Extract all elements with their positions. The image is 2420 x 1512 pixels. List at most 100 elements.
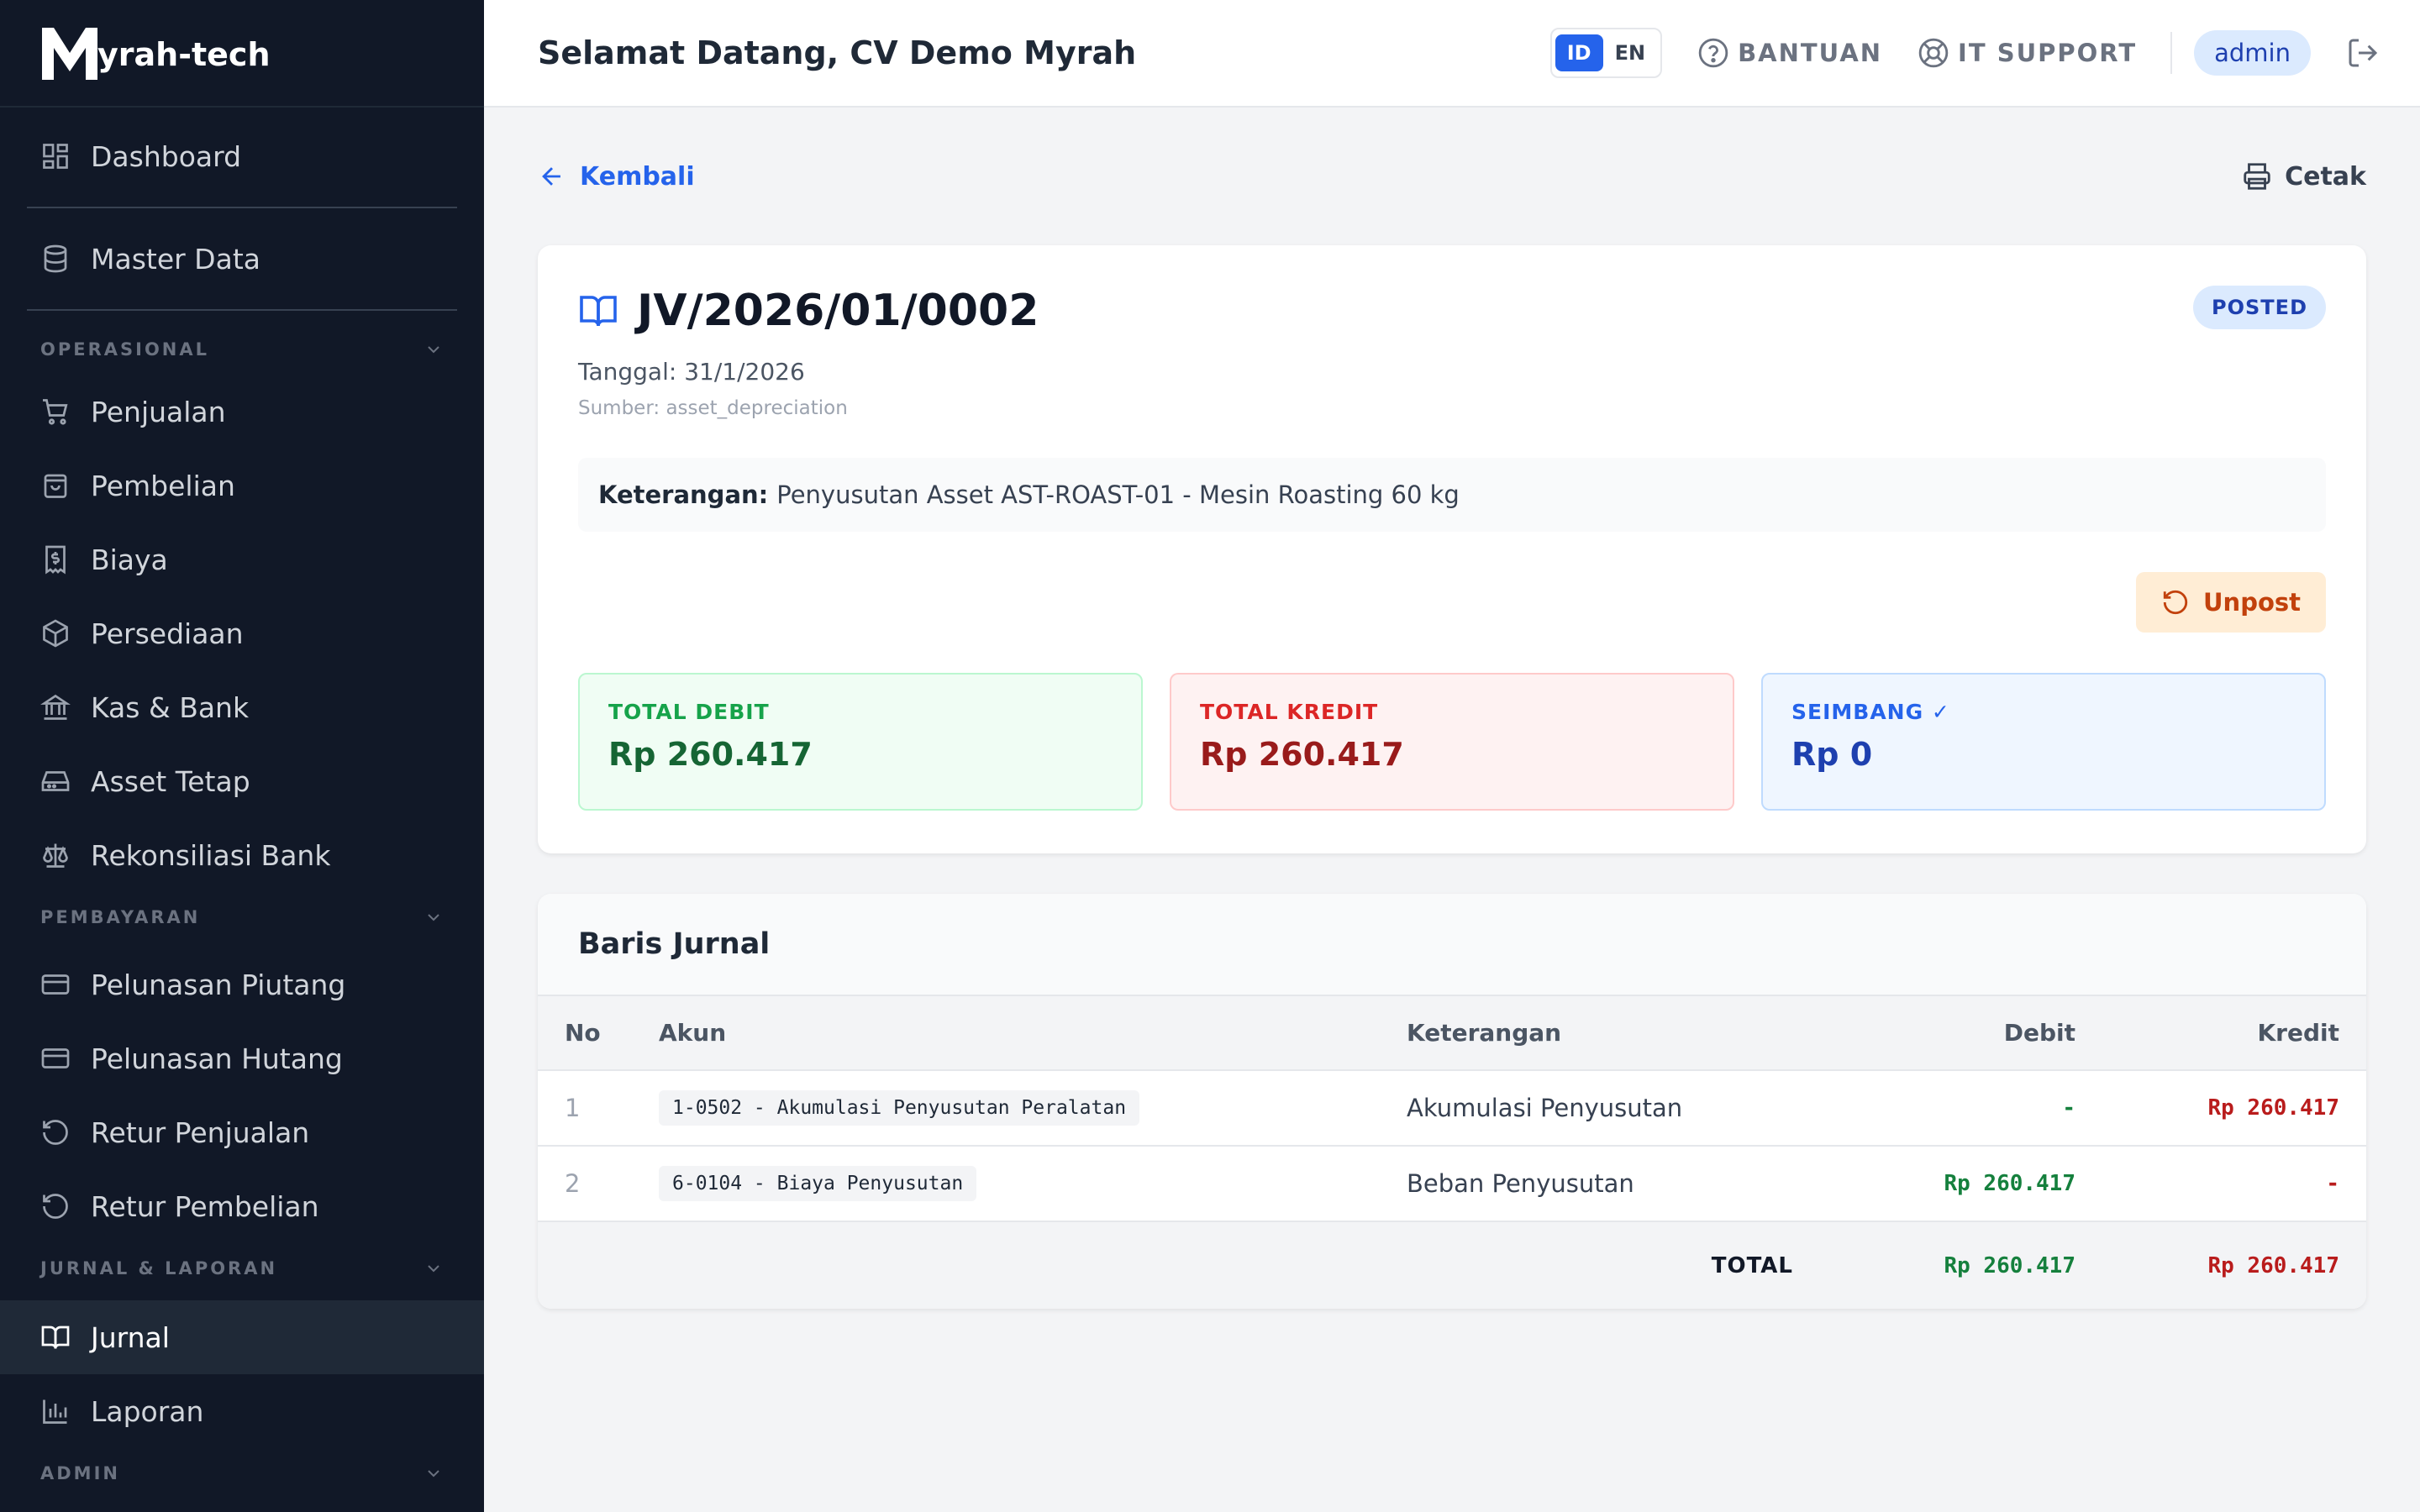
row-kredit: - — [2075, 1146, 2366, 1222]
database-icon — [44, 244, 67, 273]
sidebar-item-label: Retur Penjualan — [91, 1116, 310, 1149]
total-debit-card: TOTAL DEBIT Rp 260.417 — [578, 673, 1143, 811]
lang-en-button[interactable]: EN — [1603, 34, 1657, 71]
sidebar-item-master-data[interactable]: Master Data — [0, 222, 484, 296]
sidebar-item-retur-penjualan[interactable]: Retur Penjualan — [0, 1095, 484, 1169]
sidebar-item-penjualan[interactable]: Penjualan — [0, 375, 484, 449]
totals-summary: TOTAL DEBIT Rp 260.417 TOTAL KREDIT Rp 2… — [578, 673, 2326, 811]
brand-logo[interactable]: yrah-tech — [0, 0, 484, 108]
chevron-down-icon — [428, 914, 439, 921]
sidebar-item-asset-tetap[interactable]: Asset Tetap — [0, 744, 484, 818]
table-row: 1 1-0502 - Akumulasi Penyusutan Peralata… — [538, 1070, 2366, 1147]
journal-header-card: JV/2026/01/0002 POSTED Tanggal: 31/1/202… — [538, 245, 2366, 853]
journal-lines-table: No Akun Keterangan Debit Kredit 1 1-0502… — [538, 996, 2366, 1309]
col-keterangan: Keterangan — [1407, 996, 1793, 1071]
total-kredit: Rp 260.417 — [2075, 1221, 2366, 1309]
book-icon — [41, 1326, 70, 1349]
sidebar-item-biaya[interactable]: Biaya — [0, 522, 484, 596]
main-content: Kembali Cetak JV/2026/01/0002 POSTED Tan… — [538, 108, 2366, 1309]
balance-value: Rp 0 — [1791, 736, 1873, 773]
sidebar-item-label: Rekonsiliasi Bank — [91, 838, 331, 872]
section-title: PEMBAYARAN — [40, 907, 201, 927]
receipt-icon — [45, 545, 66, 575]
unpost-button[interactable]: Unpost — [2136, 572, 2326, 633]
description-label: Keterangan: — [598, 480, 769, 509]
sidebar-item-laporan[interactable]: Laporan — [0, 1374, 484, 1448]
sidebar-item-retur-pembelian[interactable]: Retur Pembelian — [0, 1169, 484, 1243]
shopping-bag-icon — [44, 474, 67, 498]
total-kredit-label: TOTAL KREDIT — [1200, 700, 1379, 724]
total-label: TOTAL — [1407, 1221, 1793, 1309]
sidebar-item-jurnal[interactable]: Jurnal — [0, 1300, 484, 1374]
chevron-down-icon — [428, 1470, 439, 1478]
total-kredit-value: Rp 260.417 — [1200, 736, 1404, 773]
sidebar-item-label: Jurnal — [91, 1320, 170, 1354]
user-badge[interactable]: admin — [2194, 30, 2311, 76]
sidebar: yrah-tech Dashboard Master Data OPERASIO… — [0, 0, 484, 1512]
section-pembayaran[interactable]: PEMBAYARAN — [0, 892, 484, 942]
sidebar-item-label: Master Data — [91, 242, 260, 276]
row-description: Beban Penyusutan — [1407, 1146, 1793, 1222]
cart-icon — [43, 399, 68, 425]
col-kredit: Kredit — [2075, 996, 2366, 1071]
bank-icon — [40, 694, 71, 720]
welcome-title: Selamat Datang, CV Demo Myrah — [538, 34, 1137, 71]
section-admin[interactable]: ADMIN — [0, 1448, 484, 1499]
it-support-link[interactable]: IT SUPPORT — [1918, 37, 2137, 69]
sidebar-item-label: Persediaan — [91, 617, 244, 650]
total-debit-label: TOTAL DEBIT — [608, 700, 770, 724]
sidebar-item-label: Pelunasan Piutang — [91, 968, 346, 1001]
description-value: Penyusutan Asset AST-ROAST-01 - Mesin Ro… — [776, 480, 1460, 509]
chevron-down-icon — [428, 346, 439, 354]
rotate-ccw-icon — [2163, 590, 2188, 615]
sidebar-item-persediaan[interactable]: Persediaan — [0, 596, 484, 670]
help-link[interactable]: BANTUAN — [1697, 37, 1882, 69]
journal-number: JV/2026/01/0002 — [637, 286, 1039, 336]
bar-chart-icon — [43, 1399, 67, 1424]
journal-title: JV/2026/01/0002 — [578, 286, 2326, 336]
sidebar-item-label: Pelunasan Hutang — [91, 1042, 343, 1075]
section-operasional[interactable]: OPERASIONAL — [0, 324, 484, 375]
journal-lines-card: Baris Jurnal No Akun Keterangan Debit Kr… — [538, 894, 2366, 1309]
sidebar-item-pelunasan-hutang[interactable]: Pelunasan Hutang — [0, 1021, 484, 1095]
sidebar-divider — [27, 207, 457, 208]
row-debit: Rp 260.417 — [1793, 1146, 2075, 1222]
sidebar-item-label: Penjualan — [91, 395, 226, 428]
sidebar-item-label: Retur Pembelian — [91, 1189, 319, 1223]
section-jurnal-laporan[interactable]: JURNAL & LAPORAN — [0, 1243, 484, 1294]
topbar-actions: ID EN BANTUAN IT SUPPORT admin — [1549, 28, 2380, 78]
row-no: 1 — [538, 1070, 659, 1147]
rotate-icon — [43, 1120, 68, 1145]
balance-label: SEIMBANG ✓ — [1791, 700, 1950, 724]
credit-card-icon — [41, 1048, 70, 1068]
action-bar: Kembali Cetak — [538, 108, 2366, 245]
print-button[interactable]: Cetak — [2241, 160, 2366, 192]
back-button[interactable]: Kembali — [538, 162, 695, 192]
book-icon — [580, 296, 617, 327]
sidebar-divider — [27, 309, 457, 311]
col-no: No — [538, 996, 659, 1071]
box-icon — [43, 619, 68, 648]
section-title: OPERASIONAL — [40, 339, 210, 360]
description-box: Keterangan: Penyusutan Asset AST-ROAST-0… — [578, 458, 2326, 532]
sidebar-item-pembelian[interactable]: Pembelian — [0, 449, 484, 522]
table-total-row: TOTAL Rp 260.417 Rp 260.417 — [538, 1221, 2366, 1309]
sidebar-item-rekonsiliasi-bank[interactable]: Rekonsiliasi Bank — [0, 818, 484, 892]
lang-id-button[interactable]: ID — [1555, 34, 1603, 71]
brand-name: yrah-tech — [97, 36, 271, 73]
sidebar-item-dashboard[interactable]: Dashboard — [0, 119, 484, 193]
myrah-logo-icon — [42, 28, 97, 80]
logout-icon[interactable] — [2346, 36, 2380, 70]
sidebar-item-kas-bank[interactable]: Kas & Bank — [0, 670, 484, 744]
sidebar-item-pelunasan-piutang[interactable]: Pelunasan Piutang — [0, 948, 484, 1021]
unpost-label: Unpost — [2203, 588, 2301, 617]
print-label: Cetak — [2285, 161, 2366, 192]
help-circle-icon — [1698, 38, 1728, 68]
sidebar-item-label: Pembelian — [91, 469, 235, 502]
help-label: BANTUAN — [1738, 39, 1883, 67]
arrow-left-icon — [542, 167, 560, 186]
table-row: 2 6-0104 - Biaya Penyusutan Beban Penyus… — [538, 1146, 2366, 1222]
table-header-row: No Akun Keterangan Debit Kredit — [538, 996, 2366, 1071]
journal-date: Tanggal: 31/1/2026 — [578, 358, 805, 386]
lifebuoy-icon — [1918, 38, 1949, 68]
